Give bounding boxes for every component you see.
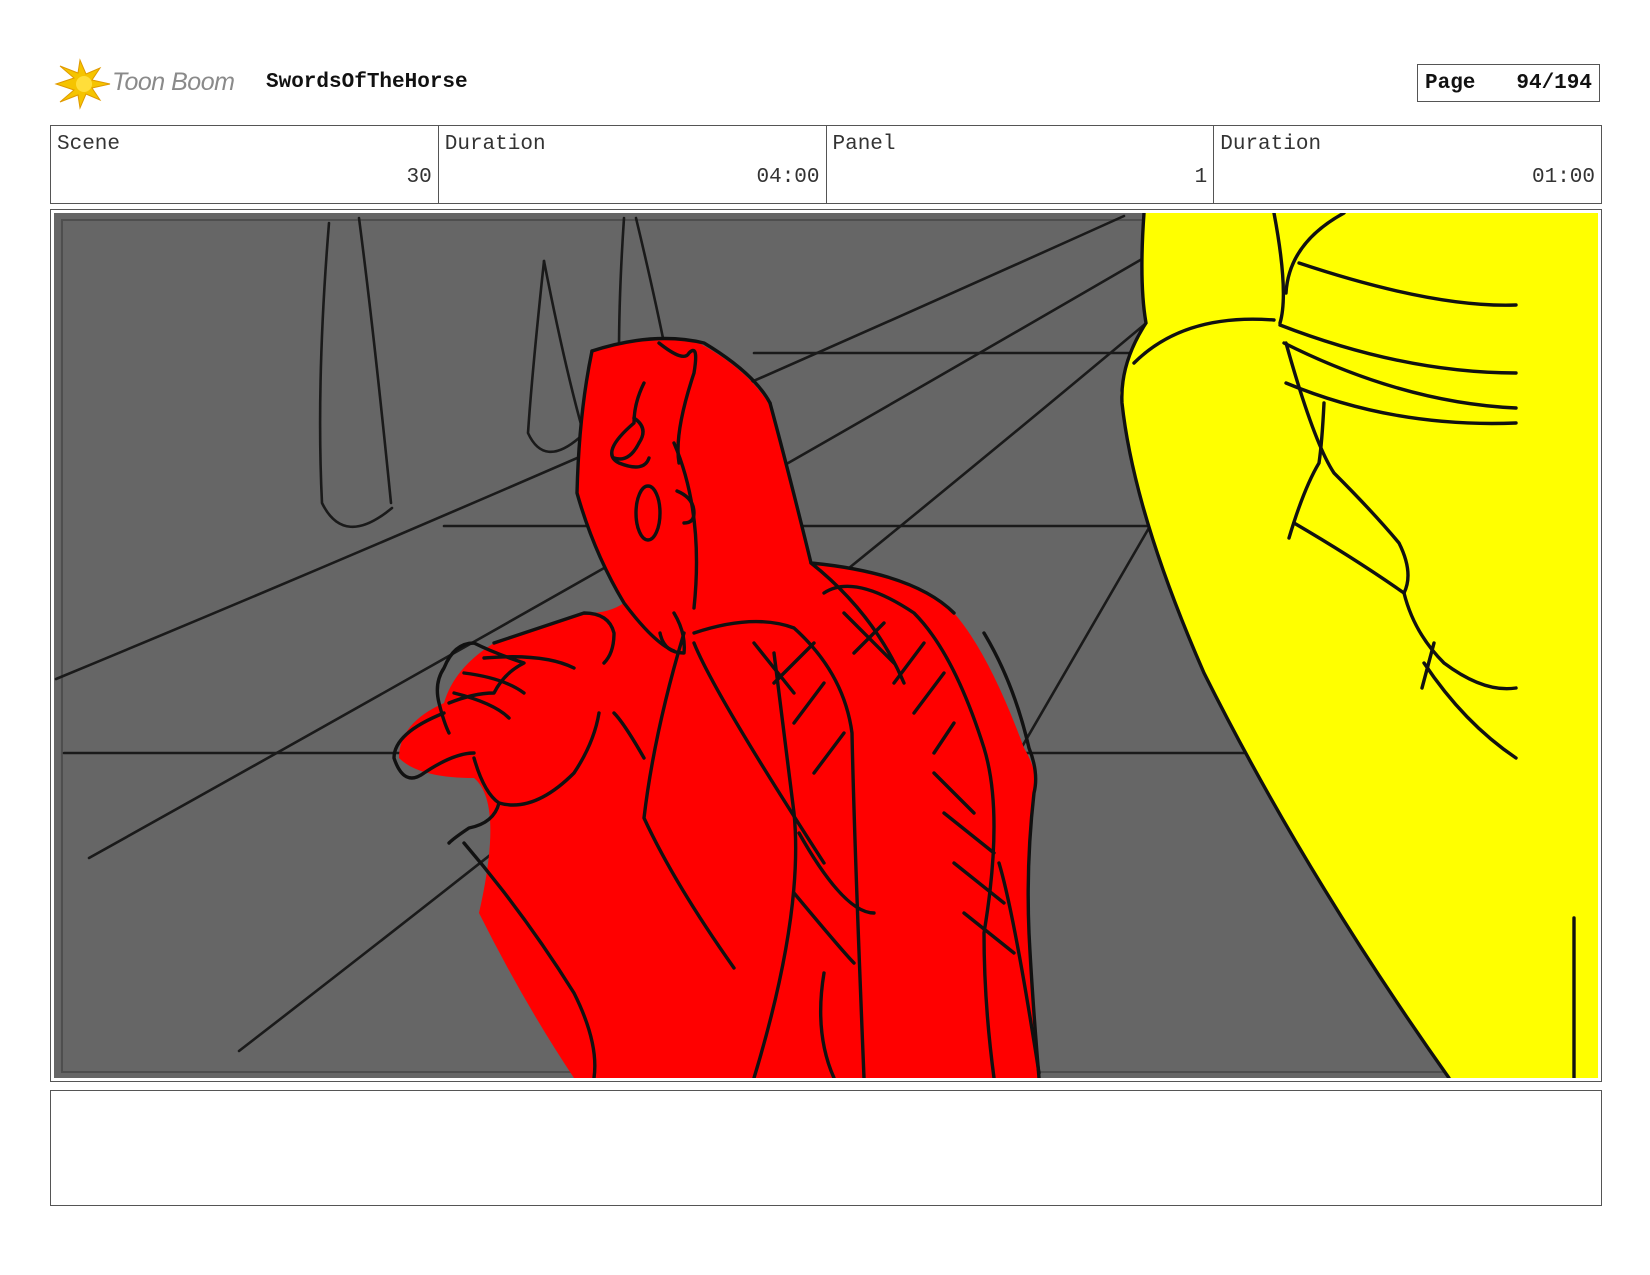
logo-text: Toon Boom [112,68,235,96]
toon-boom-logo: Toon Boom [54,58,254,110]
storyboard-panel [50,209,1602,1082]
project-title: SwordsOfTheHorse [266,71,468,94]
page-header: Toon Boom SwordsOfTheHorse Page 94/194 [50,56,1602,112]
scene-cell: Scene 30 [51,126,439,203]
starburst-icon [54,58,111,110]
panel-duration-cell: Duration 01:00 [1214,126,1601,203]
panel-drawing [54,213,1598,1078]
scene-duration-cell: Duration 04:00 [439,126,827,203]
panel-duration-value: 01:00 [1531,166,1595,189]
scene-duration-value: 04:00 [756,166,820,189]
page-indicator: Page 94/194 [1417,64,1600,102]
page-number: 94/194 [1516,71,1592,95]
panel-info-row: Scene 30 Duration 04:00 Panel 1 Duration… [50,125,1602,204]
panel-value: 1 [1194,166,1208,189]
scene-label: Scene [57,133,121,156]
scene-duration-label: Duration [444,133,546,156]
panel-duration-label: Duration [1220,133,1322,156]
scene-value: 30 [406,166,432,189]
panel-label: Panel [832,133,896,156]
page-label: Page [1425,71,1476,95]
panel-notes-box [50,1090,1602,1206]
panel-cell: Panel 1 [827,126,1215,203]
